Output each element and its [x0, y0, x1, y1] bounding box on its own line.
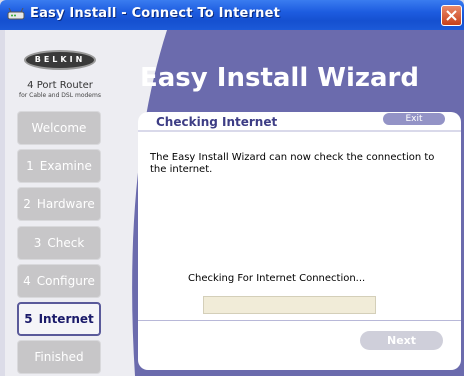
step-configure[interactable]: 4 Configure	[17, 264, 101, 298]
title-bar[interactable]: Easy Install - Connect To Internet	[0, 0, 464, 30]
next-button[interactable]: Next	[360, 331, 443, 350]
exit-button[interactable]: Exit	[383, 113, 445, 125]
router-icon	[7, 8, 25, 20]
logo-text: BELKIN	[34, 55, 86, 64]
step-number: 5	[24, 312, 33, 326]
step-label: Examine	[39, 159, 92, 173]
panel-description: The Easy Install Wizard can now check th…	[150, 152, 435, 175]
step-label: Welcome	[31, 121, 87, 135]
product-subtitle: for Cable and DSL modems	[19, 92, 101, 99]
close-button[interactable]	[441, 5, 462, 26]
panel-title: Checking Internet	[156, 115, 278, 129]
step-number: 2	[23, 197, 31, 211]
product-name: 4 Port Router	[27, 80, 93, 91]
step-welcome[interactable]: Welcome	[17, 111, 101, 145]
step-label: Internet	[38, 312, 94, 326]
status-text: Checking For Internet Connection...	[188, 273, 366, 284]
step-number: 3	[33, 236, 42, 250]
step-number: 1	[26, 159, 34, 173]
header-divider	[138, 130, 461, 132]
step-label: Hardware	[36, 197, 95, 211]
step-label: Check	[47, 236, 85, 250]
wizard-sidebar: BELKIN 4 Port Router for Cable and DSL m…	[5, 30, 115, 376]
step-check[interactable]: 3 Check	[17, 226, 101, 260]
step-hardware[interactable]: 2 Hardware	[17, 187, 101, 221]
step-number: 4	[23, 274, 31, 288]
footer-divider	[138, 320, 461, 321]
main-area: Easy Install Wizard Checking Internet Ex…	[115, 30, 464, 376]
step-label: Configure	[36, 274, 95, 288]
step-internet[interactable]: 5 Internet	[17, 302, 101, 336]
content-panel: Checking Internet Exit The Easy Install …	[138, 112, 461, 370]
installer-window: Easy Install - Connect To Internet BELKI…	[0, 0, 464, 376]
belkin-logo: BELKIN	[24, 50, 96, 70]
step-finished[interactable]: Finished	[17, 340, 101, 374]
progress-bar	[203, 296, 376, 314]
step-examine[interactable]: 1 Examine	[17, 149, 101, 183]
step-label: Finished	[34, 350, 84, 364]
close-icon	[446, 10, 457, 21]
window-title: Easy Install - Connect To Internet	[30, 6, 281, 21]
wizard-title: Easy Install Wizard	[140, 63, 419, 93]
